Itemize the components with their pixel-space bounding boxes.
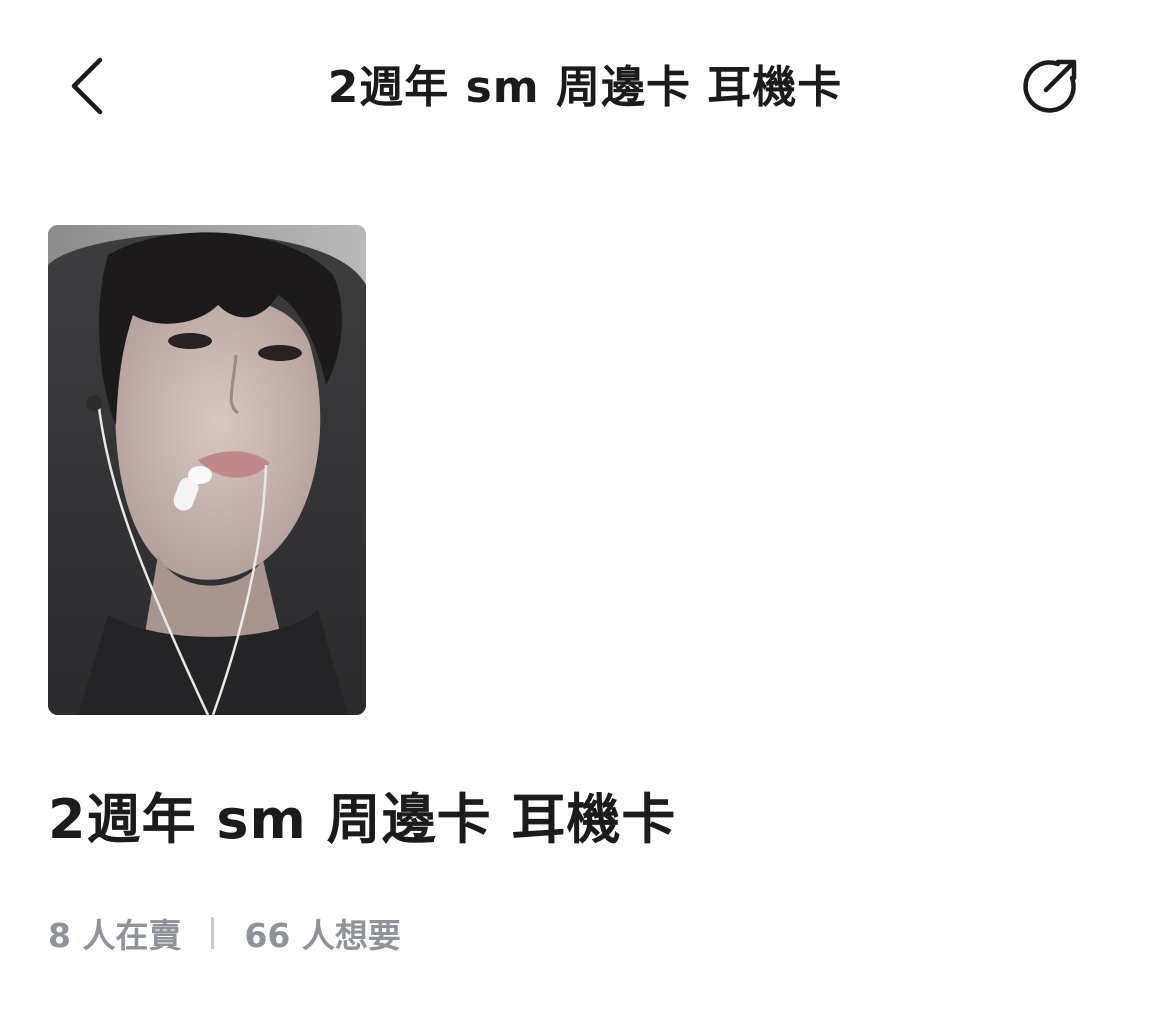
share-external-icon bbox=[1023, 59, 1077, 113]
stats-divider bbox=[211, 917, 215, 949]
page-title: 2週年 sm 周邊卡 耳機卡 bbox=[327, 62, 843, 113]
product-photo bbox=[48, 225, 366, 715]
top-nav-bar: 2週年 sm 周邊卡 耳機卡 bbox=[0, 0, 1170, 180]
sellers-count[interactable]: 8 人在賣 bbox=[48, 909, 181, 957]
product-title: 2週年 sm 周邊卡 耳機卡 bbox=[48, 788, 677, 851]
product-stats: 8 人在賣 66 人想要 bbox=[48, 908, 401, 958]
share-button[interactable] bbox=[1008, 48, 1092, 124]
wanters-count[interactable]: 66 人想要 bbox=[244, 909, 400, 957]
chevron-left-icon bbox=[71, 57, 103, 115]
back-button[interactable] bbox=[52, 46, 124, 126]
product-photo-card[interactable] bbox=[48, 225, 366, 715]
